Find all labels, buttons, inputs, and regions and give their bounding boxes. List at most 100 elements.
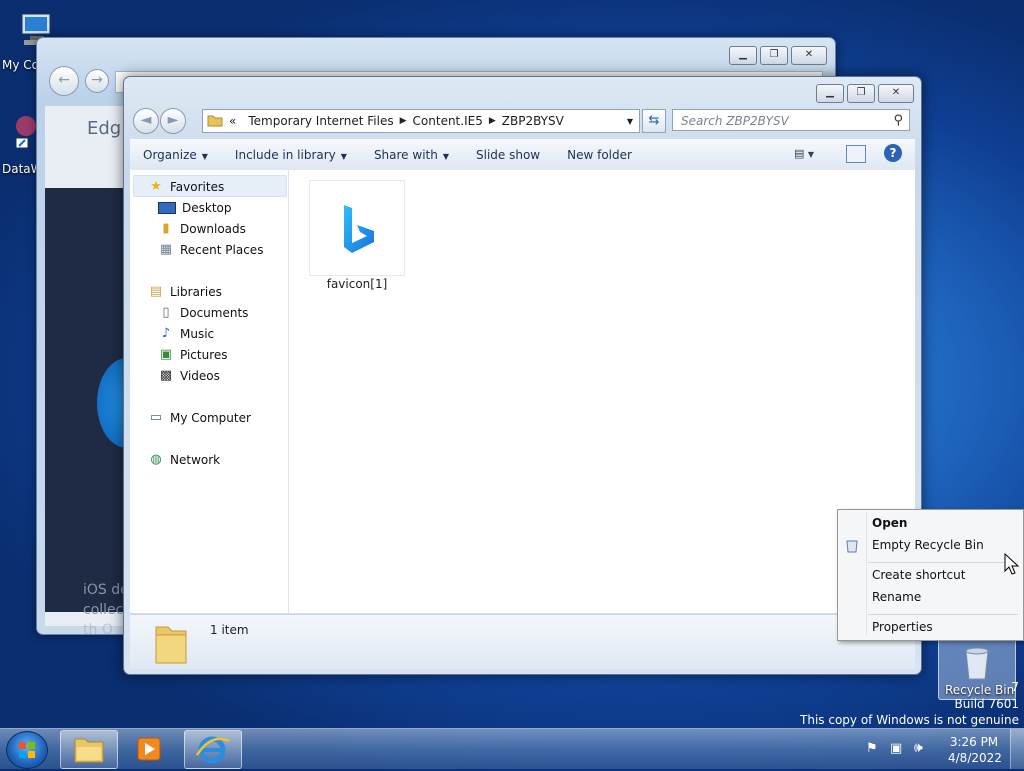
- pictures-icon: ▣: [159, 347, 173, 362]
- downloads-icon: ▮: [162, 221, 170, 236]
- window-controls: ▁ ❐ ✕: [816, 84, 914, 103]
- chevron-down-icon[interactable]: ▼: [627, 117, 633, 126]
- nav-item-desktop[interactable]: Desktop: [158, 201, 232, 215]
- share-with-button[interactable]: Share with ▼: [361, 148, 463, 162]
- music-icon: ♪: [161, 326, 171, 341]
- media-player-icon: [137, 737, 161, 761]
- internet-explorer-icon: [195, 736, 230, 764]
- star-icon: ★: [150, 179, 162, 194]
- search-icon[interactable]: ⚲: [893, 110, 903, 132]
- desktop-icon: [158, 202, 176, 214]
- chevron-down-icon: ▼: [201, 152, 208, 161]
- chevron-right-icon[interactable]: ▶: [400, 116, 407, 126]
- chevron-down-icon: ▼: [340, 152, 347, 161]
- libraries-icon: ▤: [149, 284, 163, 299]
- documents-icon: ▯: [162, 305, 170, 320]
- nav-item-documents[interactable]: ▯ Documents: [158, 305, 248, 321]
- slide-show-button[interactable]: Slide show: [463, 148, 554, 162]
- volume-icon[interactable]: 🕪: [914, 740, 923, 756]
- taskbar-ie-button[interactable]: [184, 730, 242, 769]
- nav-label: Pictures: [180, 348, 228, 362]
- taskbar-explorer-button[interactable]: [60, 730, 118, 769]
- chevron-right-icon[interactable]: ▶: [489, 116, 496, 126]
- chevron-down-icon: ▼: [442, 152, 449, 161]
- close-button[interactable]: ✕: [878, 84, 914, 103]
- bing-logo-icon: [344, 205, 374, 253]
- minimize-button[interactable]: ▁: [729, 46, 757, 65]
- videos-icon: ▩: [159, 368, 173, 383]
- context-menu: Open Empty Recycle Bin Create shortcut R…: [837, 509, 1024, 641]
- help-icon[interactable]: ?: [884, 144, 902, 162]
- close-button[interactable]: ✕: [791, 46, 827, 65]
- page-text-line: iOS de: [83, 582, 129, 598]
- back-button[interactable]: ◄: [133, 108, 159, 134]
- recycle-bin-icon: [846, 540, 858, 553]
- show-desktop-button[interactable]: [1010, 729, 1024, 769]
- nav-item-pictures[interactable]: ▣ Pictures: [158, 347, 228, 363]
- nav-item-network[interactable]: ◍ Network: [148, 453, 220, 468]
- back-button[interactable]: ←: [49, 66, 79, 96]
- breadcrumb-item[interactable]: ZBP2BYSV: [496, 114, 570, 128]
- page-text-line: th O: [83, 622, 113, 638]
- breadcrumb-overflow[interactable]: «: [223, 114, 242, 128]
- organize-button[interactable]: Organize ▼: [130, 148, 222, 162]
- command-bar: Organize ▼ Include in library ▼ Share with…: [130, 139, 915, 171]
- details-pane: 1 item: [130, 614, 915, 669]
- minimize-button[interactable]: ▁: [816, 84, 844, 103]
- folder-icon: [207, 113, 223, 130]
- nav-label: Downloads: [180, 222, 246, 236]
- explorer-window[interactable]: ▁ ❐ ✕ ◄ ► « Temporary Internet Files ▶ C…: [123, 76, 922, 675]
- forward-button[interactable]: →: [85, 69, 109, 93]
- computer-icon: ▭: [149, 410, 163, 425]
- menu-gutter: [866, 512, 867, 636]
- menu-item-rename[interactable]: Rename: [872, 590, 921, 604]
- network-icon[interactable]: ▣: [890, 741, 902, 756]
- menu-item-create-shortcut[interactable]: Create shortcut: [872, 568, 965, 582]
- search-input[interactable]: Search ZBP2BYSV ⚲: [672, 109, 910, 131]
- mouse-cursor-icon: [1004, 553, 1020, 575]
- taskbar-media-player-button[interactable]: [124, 730, 180, 767]
- windows-logo-icon: [19, 742, 35, 758]
- folder-icon: [74, 738, 104, 763]
- nav-label: My Computer: [170, 411, 251, 425]
- action-center-flag-icon[interactable]: ⚑: [866, 741, 878, 756]
- maximize-button[interactable]: ❐: [760, 46, 788, 65]
- include-in-library-button[interactable]: Include in library ▼: [222, 148, 361, 162]
- nav-item-downloads[interactable]: ▮ Downloads: [158, 221, 246, 237]
- forward-button[interactable]: ►: [160, 108, 186, 134]
- file-name[interactable]: favicon[1]: [309, 277, 405, 291]
- clock[interactable]: 3:26 PM 4/8/2022: [948, 734, 1002, 766]
- page-text-line: collect: [83, 602, 129, 618]
- new-folder-button[interactable]: New folder: [554, 148, 646, 162]
- navigation-pane: ★ Favorites Desktop ▮ Downloads ▦ Recent Pl…: [130, 170, 289, 613]
- desktop-icon-recycle-bin[interactable]: Recycle Bin: [938, 638, 1016, 700]
- nav-item-videos[interactable]: ▩ Videos: [158, 368, 220, 384]
- nav-item-favorites[interactable]: ★ Favorites: [148, 179, 224, 195]
- breadcrumb-item[interactable]: Content.IE5: [407, 114, 489, 128]
- nav-label: Videos: [180, 369, 220, 383]
- nav-label: Music: [180, 327, 215, 341]
- page-title: Edg: [87, 118, 122, 139]
- watermark-build: Build 7601: [954, 697, 1019, 711]
- desktop-icon-label: My Co: [2, 58, 39, 72]
- nav-item-recent-places[interactable]: ▦ Recent Places: [158, 243, 264, 258]
- menu-item-open[interactable]: Open: [872, 516, 907, 530]
- nav-item-my-computer[interactable]: ▭ My Computer: [148, 410, 251, 426]
- preview-pane-button[interactable]: [846, 145, 866, 163]
- menu-item-empty-recycle-bin[interactable]: Empty Recycle Bin: [872, 538, 984, 552]
- folder-icon: [155, 626, 187, 664]
- address-bar[interactable]: « Temporary Internet Files ▶ Content.IE5…: [202, 109, 640, 133]
- watermark-not-genuine: This copy of Windows is not genuine: [800, 713, 1019, 727]
- change-view-button[interactable]: ▤ ▼: [794, 147, 828, 160]
- clock-date: 4/8/2022: [948, 751, 1002, 765]
- refresh-button[interactable]: ⇆: [642, 109, 666, 133]
- nav-item-libraries[interactable]: ▤ Libraries: [148, 284, 222, 300]
- file-item[interactable]: [309, 180, 405, 276]
- menu-item-properties[interactable]: Properties: [872, 620, 933, 634]
- organize-label: Organize: [143, 148, 197, 162]
- maximize-button[interactable]: ❐: [847, 84, 875, 103]
- nav-item-music[interactable]: ♪ Music: [158, 326, 215, 342]
- start-button[interactable]: [6, 731, 48, 769]
- include-label: Include in library: [234, 148, 336, 162]
- breadcrumb-item[interactable]: Temporary Internet Files: [242, 114, 399, 128]
